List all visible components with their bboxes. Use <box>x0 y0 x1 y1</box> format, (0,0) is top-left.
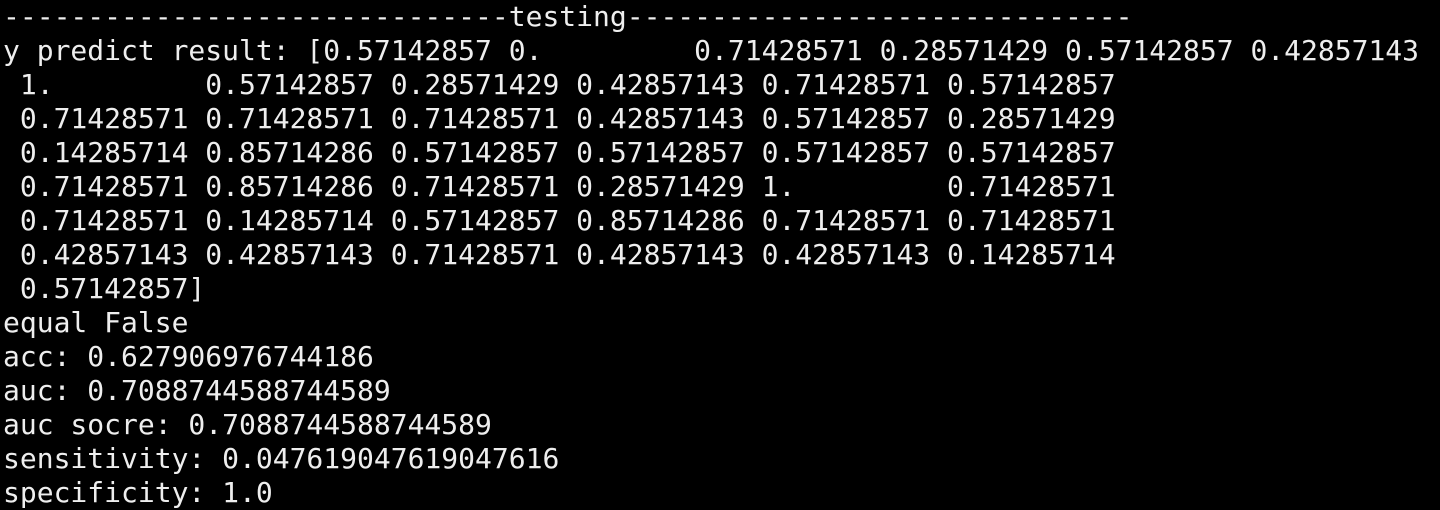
predict-result-line: 0.57142857] <box>3 272 206 305</box>
section-header: ------------------------------testing---… <box>3 0 1133 33</box>
predict-result-line: 0.42857143 0.42857143 0.71428571 0.42857… <box>3 238 1116 271</box>
sensitivity-line: sensitivity: 0.047619047619047616 <box>3 442 560 475</box>
auc-line: auc: 0.7088744588744589 <box>3 374 391 407</box>
predict-result-line: 1. 0.57142857 0.28571429 0.42857143 0.71… <box>3 68 1116 101</box>
acc-line: acc: 0.627906976744186 <box>3 340 374 373</box>
equal-line: equal False <box>3 306 189 339</box>
predict-result-line: y predict result: [0.57142857 0. 0.71428… <box>3 34 1420 67</box>
predict-result-line: 0.71428571 0.71428571 0.71428571 0.42857… <box>3 102 1116 135</box>
specificity-line: specificity: 1.0 <box>3 476 273 509</box>
predict-result-line: 0.71428571 0.14285714 0.57142857 0.85714… <box>3 204 1116 237</box>
terminal-output: ------------------------------testing---… <box>3 0 1419 510</box>
predict-result-line: 0.14285714 0.85714286 0.57142857 0.57142… <box>3 136 1116 169</box>
auc-score-line: auc socre: 0.7088744588744589 <box>3 408 492 441</box>
predict-result-line: 0.71428571 0.85714286 0.71428571 0.28571… <box>3 170 1116 203</box>
